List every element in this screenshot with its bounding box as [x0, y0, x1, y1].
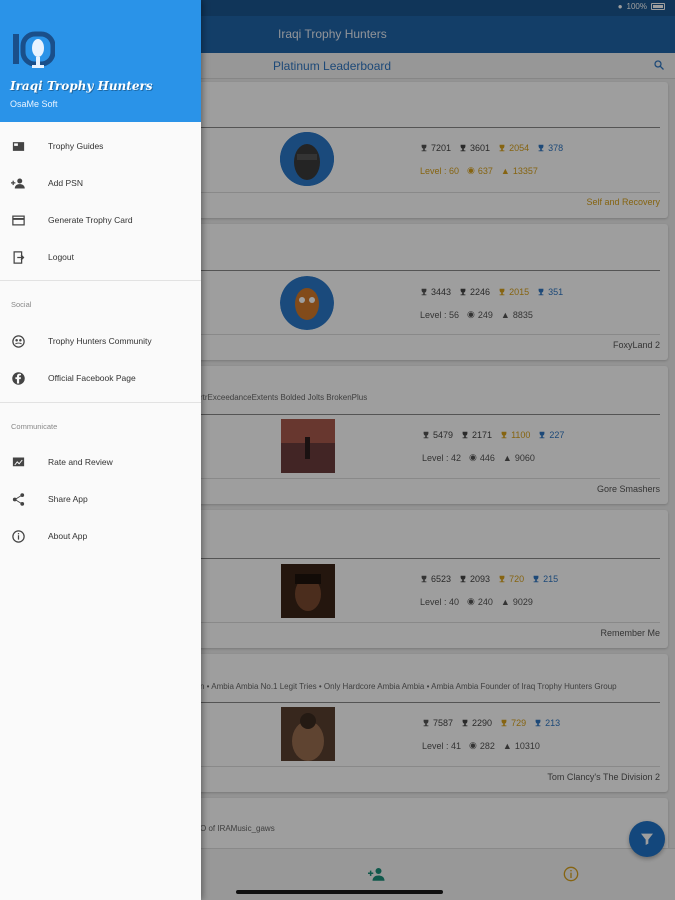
card-icon	[12, 215, 25, 225]
app-logo-icon	[13, 31, 55, 68]
share-icon	[12, 492, 25, 506]
menu-item-community[interactable]: Trophy Hunters Community	[0, 326, 201, 356]
logout-icon	[13, 250, 25, 264]
home-indicator	[236, 890, 443, 894]
info-icon	[12, 529, 25, 543]
drawer-status-area	[0, 0, 201, 16]
drawer-title: Iraqi Trophy Hunters	[10, 79, 153, 93]
navigation-drawer: Iraqi Trophy Hunters OsaMe Soft Trophy G…	[0, 0, 201, 900]
menu-item-trophy-guides[interactable]: Trophy Guides	[0, 131, 201, 161]
section-label-communicate: Communicate	[11, 422, 58, 431]
menu-item-facebook[interactable]: Official Facebook Page	[0, 363, 201, 393]
menu-item-add-psn[interactable]: Add PSN	[0, 168, 201, 198]
menu-item-generate-card[interactable]: Generate Trophy Card	[0, 205, 201, 235]
menu-item-logout[interactable]: Logout	[0, 242, 201, 272]
drawer-divider	[0, 402, 201, 403]
drawer-divider	[0, 280, 201, 281]
menu-item-share-app[interactable]: Share App	[0, 484, 201, 514]
menu-item-rate-review[interactable]: Rate and Review	[0, 447, 201, 477]
add-person-icon	[11, 178, 25, 188]
book-icon	[12, 141, 25, 151]
drawer-subtitle: OsaMe Soft	[10, 99, 58, 109]
drawer-header: Iraqi Trophy Hunters OsaMe Soft	[0, 0, 201, 122]
menu-item-about-app[interactable]: About App	[0, 521, 201, 551]
community-icon	[12, 334, 25, 348]
section-label-social: Social	[11, 300, 32, 309]
facebook-icon	[12, 371, 25, 385]
rate-icon	[12, 457, 25, 466]
